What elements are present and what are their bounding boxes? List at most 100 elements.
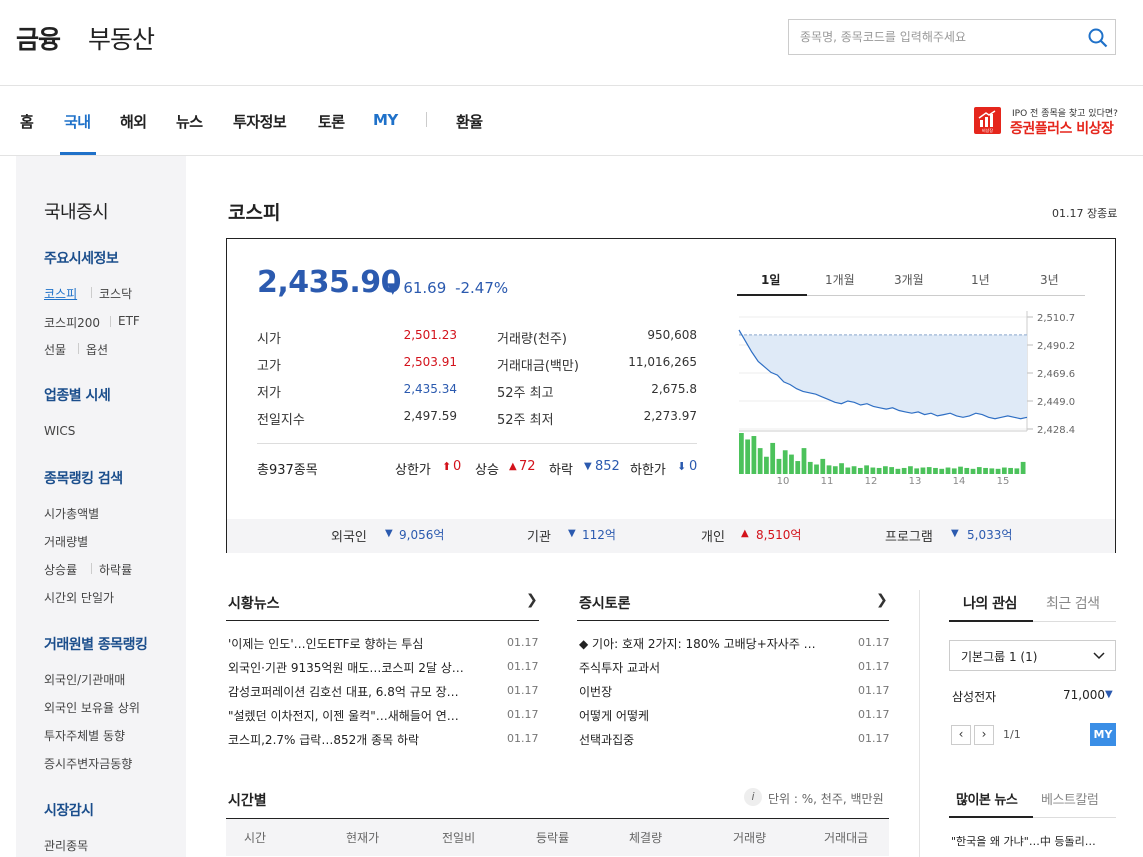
tab-3y[interactable]: 3년 <box>1040 271 1059 288</box>
stat-label: 고가 <box>257 359 281 374</box>
column-header: 거래량 <box>733 831 767 845</box>
time-table-title: 시간별 <box>228 793 267 809</box>
sidebar-item-managed[interactable]: 관리종목 <box>44 837 88 854</box>
sidebar-item-wics[interactable]: WICS <box>44 424 75 438</box>
sidebar-section-head[interactable]: 종목랭킹 검색 <box>44 468 123 488</box>
nav-invest-info[interactable]: 투자정보 <box>233 111 287 132</box>
my-button[interactable]: MY <box>1090 723 1116 746</box>
search-icon[interactable] <box>1087 27 1109 49</box>
sidebar-section-head[interactable]: 주요시세정보 <box>44 248 119 268</box>
forum-date: 01.17 <box>858 636 890 649</box>
nav-news[interactable]: 뉴스 <box>176 111 203 132</box>
stat-label: 시가 <box>257 332 281 347</box>
forum-date: 01.17 <box>858 732 890 745</box>
next-page-button[interactable]: › <box>974 725 994 745</box>
stat-value: 2,435.34 <box>403 382 457 396</box>
volume-bar <box>920 467 926 474</box>
sidebar-item-kospi200[interactable]: 코스피200 <box>44 314 100 331</box>
volume-bar <box>782 450 788 474</box>
sidebar-item-investor-trend[interactable]: 투자주체별 동향 <box>44 727 125 744</box>
forum-item[interactable]: 주식투자 교과서 <box>579 659 819 676</box>
finance-logo[interactable]: 금융 <box>16 20 61 56</box>
nav-exchange[interactable]: 환율 <box>456 111 483 132</box>
top-header: 금융 부동산 <box>0 0 1143 86</box>
volume-bar <box>845 467 851 474</box>
forum-item[interactable]: ◆ 기아: 호재 2가지: 180% 고배당+자사주 … <box>579 635 819 652</box>
volume-bar <box>1014 468 1020 474</box>
stat-label: 52주 최저 <box>497 413 554 428</box>
group-select[interactable]: 기본그룹 1 (1) <box>949 640 1116 671</box>
ad-banner[interactable]: 비상장 IPO 전 종목을 찾고 있다면? 증권플러스 비상장 <box>974 106 1119 140</box>
sidebar-item-kospi[interactable]: 코스피 <box>44 285 77 302</box>
news-item[interactable]: 감성코퍼레이션 김호선 대표, 6.8억 규모 장… <box>228 683 468 700</box>
nav-overseas[interactable]: 해외 <box>120 111 147 132</box>
news-item[interactable]: '이제는 인도'…인도ETF로 향하는 투심 <box>228 635 468 652</box>
up-triangle-icon: ▲ <box>509 461 517 472</box>
lower-limit-count: 0 <box>689 459 698 474</box>
sidebar-item-foreign-holding[interactable]: 외국인 보유율 상위 <box>44 699 140 716</box>
tab-popular-news[interactable]: 많이본 뉴스 <box>956 789 1018 808</box>
y-tick-label: 2,449.0 <box>1037 397 1075 408</box>
news-item[interactable]: 코스피,2.7% 급락…852개 종목 하락 <box>228 731 468 748</box>
volume-bar <box>1001 467 1007 474</box>
sidebar-item-after-hours[interactable]: 시간외 단일가 <box>44 589 114 606</box>
sidebar-item-volume[interactable]: 거래량별 <box>44 533 88 550</box>
forum-item[interactable]: 이번장 <box>579 683 819 700</box>
market-news-title[interactable]: 시황뉴스 <box>228 593 280 613</box>
column-header: 시간 <box>244 831 267 845</box>
sidebar-item-fund-trend[interactable]: 증시주변자금동향 <box>44 755 132 772</box>
up-count: 72 <box>519 459 536 474</box>
tab-3m[interactable]: 3개월 <box>894 271 924 288</box>
tab-best-column[interactable]: 베스트칼럼 <box>1041 789 1099 808</box>
sidebar-section-head[interactable]: 업종별 시세 <box>44 385 111 405</box>
news-item[interactable]: "설렜던 이차전지, 이젠 울컥"…새해들어 연… <box>228 707 468 724</box>
volume-bar <box>757 448 763 474</box>
sidebar-item-options[interactable]: 옵션 <box>86 341 108 358</box>
nav-home[interactable]: 홈 <box>20 111 34 132</box>
nav-forum[interactable]: 토론 <box>318 111 345 132</box>
nav-domestic[interactable]: 국내 <box>64 111 91 132</box>
sidebar-item-kosdaq[interactable]: 코스닥 <box>99 285 132 302</box>
volume-bar <box>764 456 769 474</box>
sidebar-item-etf[interactable]: ETF <box>118 314 140 328</box>
tab-active-indicator <box>949 620 1033 622</box>
stat-label: 거래량(천주) <box>497 332 567 347</box>
search-input[interactable] <box>789 20 1079 54</box>
volume-bar <box>770 442 776 474</box>
tab-1y[interactable]: 1년 <box>971 271 990 288</box>
up-label: 상승 <box>475 463 499 478</box>
change-value: 61.69 <box>403 279 447 297</box>
investor-flows: 외국인 ▼ 9,056억 기관 ▼ 112억 개인 ▲ 8,510억 프로그램 … <box>227 519 1115 553</box>
y-tick-label: 2,428.4 <box>1037 425 1075 436</box>
watch-stock-name[interactable]: 삼성전자 <box>952 688 996 705</box>
sidebar-section-head[interactable]: 시장감시 <box>44 800 94 820</box>
realestate-link[interactable]: 부동산 <box>88 20 155 56</box>
info-icon[interactable]: i <box>744 788 762 806</box>
forum-item[interactable]: 선택과집중 <box>579 731 819 748</box>
group-select-value: 기본그룹 1 (1) <box>961 650 1038 664</box>
sidebar-item-market-cap[interactable]: 시가총액별 <box>44 505 99 522</box>
sidebar-item-gainers[interactable]: 상승률 <box>44 561 77 578</box>
chevron-right-icon[interactable]: ❯ <box>526 592 538 608</box>
forum-title[interactable]: 증시토론 <box>579 593 631 613</box>
popular-news-item[interactable]: "한국을 왜 가냐"…中 등돌리… <box>951 833 1116 849</box>
down-triangle-icon: ▼ <box>1105 689 1113 700</box>
nav-my[interactable]: MY <box>373 111 398 129</box>
prev-page-button[interactable]: ‹ <box>951 725 971 745</box>
divider <box>226 620 539 621</box>
x-tick-label: 10 <box>777 476 790 487</box>
sidebar-item-futures[interactable]: 선물 <box>44 341 66 358</box>
sidebar-item-losers[interactable]: 하락률 <box>99 561 132 578</box>
tab-recent-search[interactable]: 최근 검색 <box>1046 593 1100 613</box>
tab-my-watchlist[interactable]: 나의 관심 <box>963 593 1017 613</box>
sidebar-item-foreign-inst[interactable]: 외국인/기관매매 <box>44 671 125 688</box>
forum-item[interactable]: 어떻게 어떻케 <box>579 707 819 724</box>
chevron-right-icon[interactable]: ❯ <box>876 592 888 608</box>
stat-value: 2,501.23 <box>403 328 457 342</box>
volume-bar <box>789 454 794 474</box>
flow-value: 5,033억 <box>967 528 1013 542</box>
news-item[interactable]: 외국인·기관 9135억원 매도…코스피 2달 상… <box>228 659 468 676</box>
tab-1d[interactable]: 1일 <box>761 271 780 288</box>
tab-1m[interactable]: 1개월 <box>825 271 855 288</box>
sidebar-section-head[interactable]: 거래원별 종목랭킹 <box>44 634 148 654</box>
